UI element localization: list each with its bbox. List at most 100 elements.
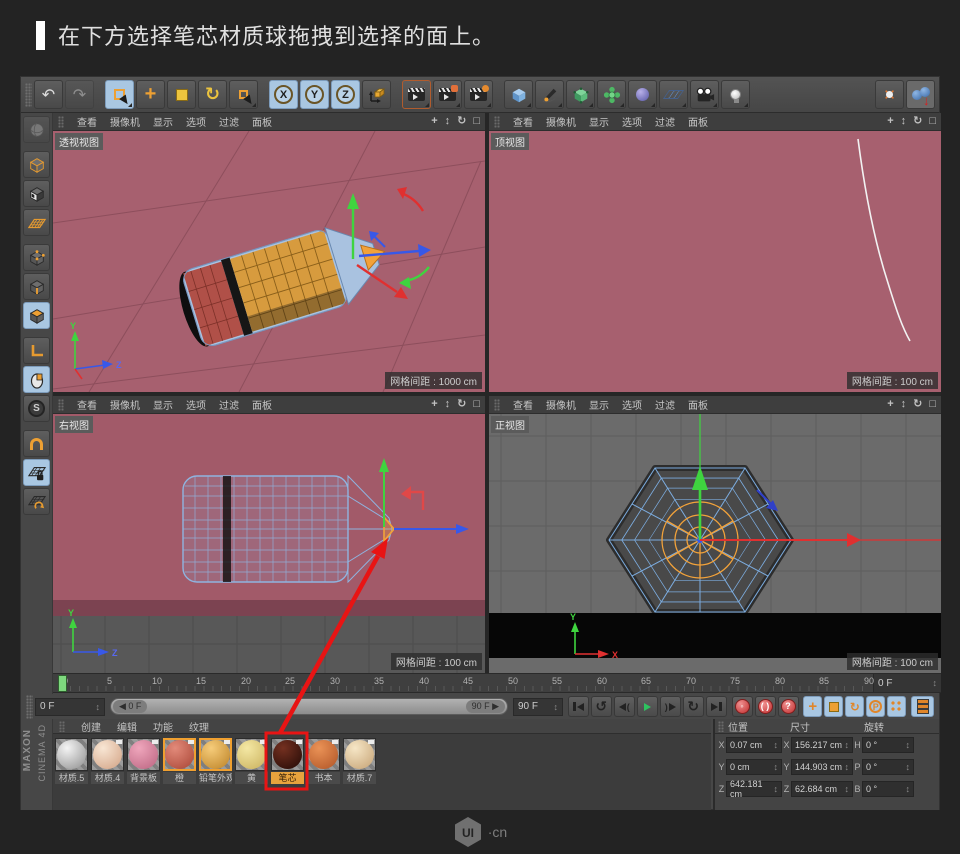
frame-range-slider[interactable]: ◀ 0 F 90 F ▶: [110, 698, 508, 715]
maximize-icon[interactable]: □: [473, 399, 480, 410]
menu-create[interactable]: 创建: [81, 719, 101, 734]
pan-icon[interactable]: +: [887, 399, 893, 410]
size-x-field[interactable]: 156.217 cm↕: [791, 737, 853, 753]
key-scale-button[interactable]: [824, 696, 843, 717]
material-name[interactable]: 橙: [163, 772, 196, 784]
material-item[interactable]: 铅笔外观: [199, 738, 232, 784]
key-pla-button[interactable]: [887, 696, 906, 717]
position-y-field[interactable]: 0 cm↕: [726, 759, 782, 775]
next-frame-button[interactable]: ): [660, 696, 681, 717]
menu-camera[interactable]: 摄像机: [110, 114, 140, 129]
menu-filter[interactable]: 过滤: [219, 114, 239, 129]
viewport-perspective[interactable]: 查看 摄像机 显示 选项 过滤 面板 +↕↻□ 透视视图: [53, 113, 485, 392]
pan-icon[interactable]: +: [431, 116, 437, 127]
render-view-button[interactable]: [402, 80, 431, 109]
viewport-right[interactable]: 查看 摄像机 显示 选项 过滤 面板 +↕↻□ 右视图: [53, 396, 485, 673]
zoom-icon[interactable]: ↕: [901, 399, 907, 410]
stepper-icon[interactable]: ↕: [906, 784, 911, 794]
menu-options[interactable]: 选项: [186, 397, 206, 412]
rotate-button[interactable]: ↻: [198, 80, 227, 109]
material-item[interactable]: 材质.7: [343, 738, 376, 784]
material-item[interactable]: 材质.5: [55, 738, 88, 784]
zoom-icon[interactable]: ↕: [901, 116, 907, 127]
menu-panel[interactable]: 面板: [688, 397, 708, 412]
material-name[interactable]: 背景板: [127, 772, 160, 784]
deformer-button[interactable]: [597, 80, 626, 109]
autokey-button[interactable]: ( ): [755, 696, 776, 717]
material-sphere-box[interactable]: [235, 738, 268, 771]
stepper-icon[interactable]: ↕: [933, 678, 938, 688]
material-name[interactable]: 黄: [235, 772, 268, 784]
pencil-spline[interactable]: [858, 139, 910, 341]
rotation-b-field[interactable]: 0 °↕: [862, 781, 914, 797]
menu-filter[interactable]: 过滤: [219, 397, 239, 412]
stepper-icon[interactable]: ↕: [774, 740, 779, 750]
stepper-icon[interactable]: ↕: [845, 740, 850, 750]
stepper-icon[interactable]: ↕: [774, 784, 779, 794]
edges-mode-button[interactable]: [23, 273, 50, 300]
pan-icon[interactable]: +: [431, 399, 437, 410]
menu-display[interactable]: 显示: [589, 397, 609, 412]
subdivision-surface-button[interactable]: [566, 80, 595, 109]
menu-options[interactable]: 选项: [622, 114, 642, 129]
maximize-icon[interactable]: □: [929, 116, 936, 127]
menu-texture[interactable]: 纹理: [189, 719, 209, 734]
material-name[interactable]: 书本: [307, 772, 340, 784]
points-mode-button[interactable]: [23, 244, 50, 271]
current-frame-field[interactable]: 0 F↕: [873, 674, 941, 692]
menu-camera[interactable]: 摄像机: [110, 397, 140, 412]
menu-view[interactable]: 查看: [513, 397, 533, 412]
zoom-icon[interactable]: ↕: [445, 399, 451, 410]
material-item[interactable]: 背景板: [127, 738, 160, 784]
orbit-icon[interactable]: ↻: [457, 116, 466, 127]
key-rotation-button[interactable]: ↻: [845, 696, 864, 717]
play-button[interactable]: [637, 696, 658, 717]
menu-function[interactable]: 功能: [153, 719, 173, 734]
viewport-solo-button[interactable]: [23, 366, 50, 393]
menu-edit[interactable]: 编辑: [117, 719, 137, 734]
orbit-icon[interactable]: ↻: [913, 116, 922, 127]
material-sphere-box[interactable]: [199, 738, 232, 771]
goto-end-button[interactable]: [706, 696, 727, 717]
menu-camera[interactable]: 摄像机: [546, 114, 576, 129]
keyframe-palette-button[interactable]: [911, 696, 934, 717]
menu-filter[interactable]: 过滤: [655, 397, 675, 412]
previous-key-button[interactable]: ↺: [591, 696, 612, 717]
timeline-ruler[interactable]: 0 5 10 15 20 25 30 35 40 45 50 55 60 65 …: [53, 673, 941, 693]
lock-x-button[interactable]: X: [269, 80, 298, 109]
viewport-top[interactable]: 查看 摄像机 显示 选项 过滤 面板 +↕↻□ 顶视图 网格间距 : 100 c…: [489, 113, 941, 392]
stepper-icon[interactable]: ↕: [906, 740, 911, 750]
menu-options[interactable]: 选项: [622, 397, 642, 412]
axis-mode-button[interactable]: [23, 337, 50, 364]
goto-start-button[interactable]: [568, 696, 589, 717]
camera-button[interactable]: [690, 80, 719, 109]
menu-grip[interactable]: [58, 116, 64, 128]
redo-button[interactable]: ↷: [65, 80, 94, 109]
menu-panel[interactable]: 面板: [688, 114, 708, 129]
menu-panel[interactable]: 面板: [252, 397, 272, 412]
material-sphere-box[interactable]: [343, 738, 376, 771]
environment-button[interactable]: [628, 80, 657, 109]
polygons-mode-button[interactable]: [23, 302, 50, 329]
rotation-h-field[interactable]: 0 °↕: [862, 737, 914, 753]
light-button[interactable]: [721, 80, 750, 109]
material-item[interactable]: 材质.4: [91, 738, 124, 784]
menu-view[interactable]: 查看: [77, 114, 97, 129]
record-keyframe-button[interactable]: ◦: [732, 696, 753, 717]
material-sphere-box[interactable]: [55, 738, 88, 771]
size-z-field[interactable]: 62.684 cm↕: [791, 781, 853, 797]
menu-view[interactable]: 查看: [77, 397, 97, 412]
render-settings-button[interactable]: [464, 80, 493, 109]
menu-panel[interactable]: 面板: [252, 114, 272, 129]
workplane-mode-button[interactable]: [23, 209, 50, 236]
axis-center-button[interactable]: ✕: [875, 80, 904, 109]
viewport-front[interactable]: 查看 摄像机 显示 选项 过滤 面板 +↕↻□ 正视图: [489, 396, 941, 673]
material-sphere-box[interactable]: [91, 738, 124, 771]
make-editable-button[interactable]: [23, 116, 50, 143]
material-sphere-box[interactable]: [163, 738, 196, 771]
menu-filter[interactable]: 过滤: [655, 114, 675, 129]
coordinate-system-button[interactable]: [362, 80, 391, 109]
menu-options[interactable]: 选项: [186, 114, 206, 129]
stepper-icon[interactable]: ↕: [906, 762, 911, 772]
pan-icon[interactable]: +: [887, 116, 893, 127]
